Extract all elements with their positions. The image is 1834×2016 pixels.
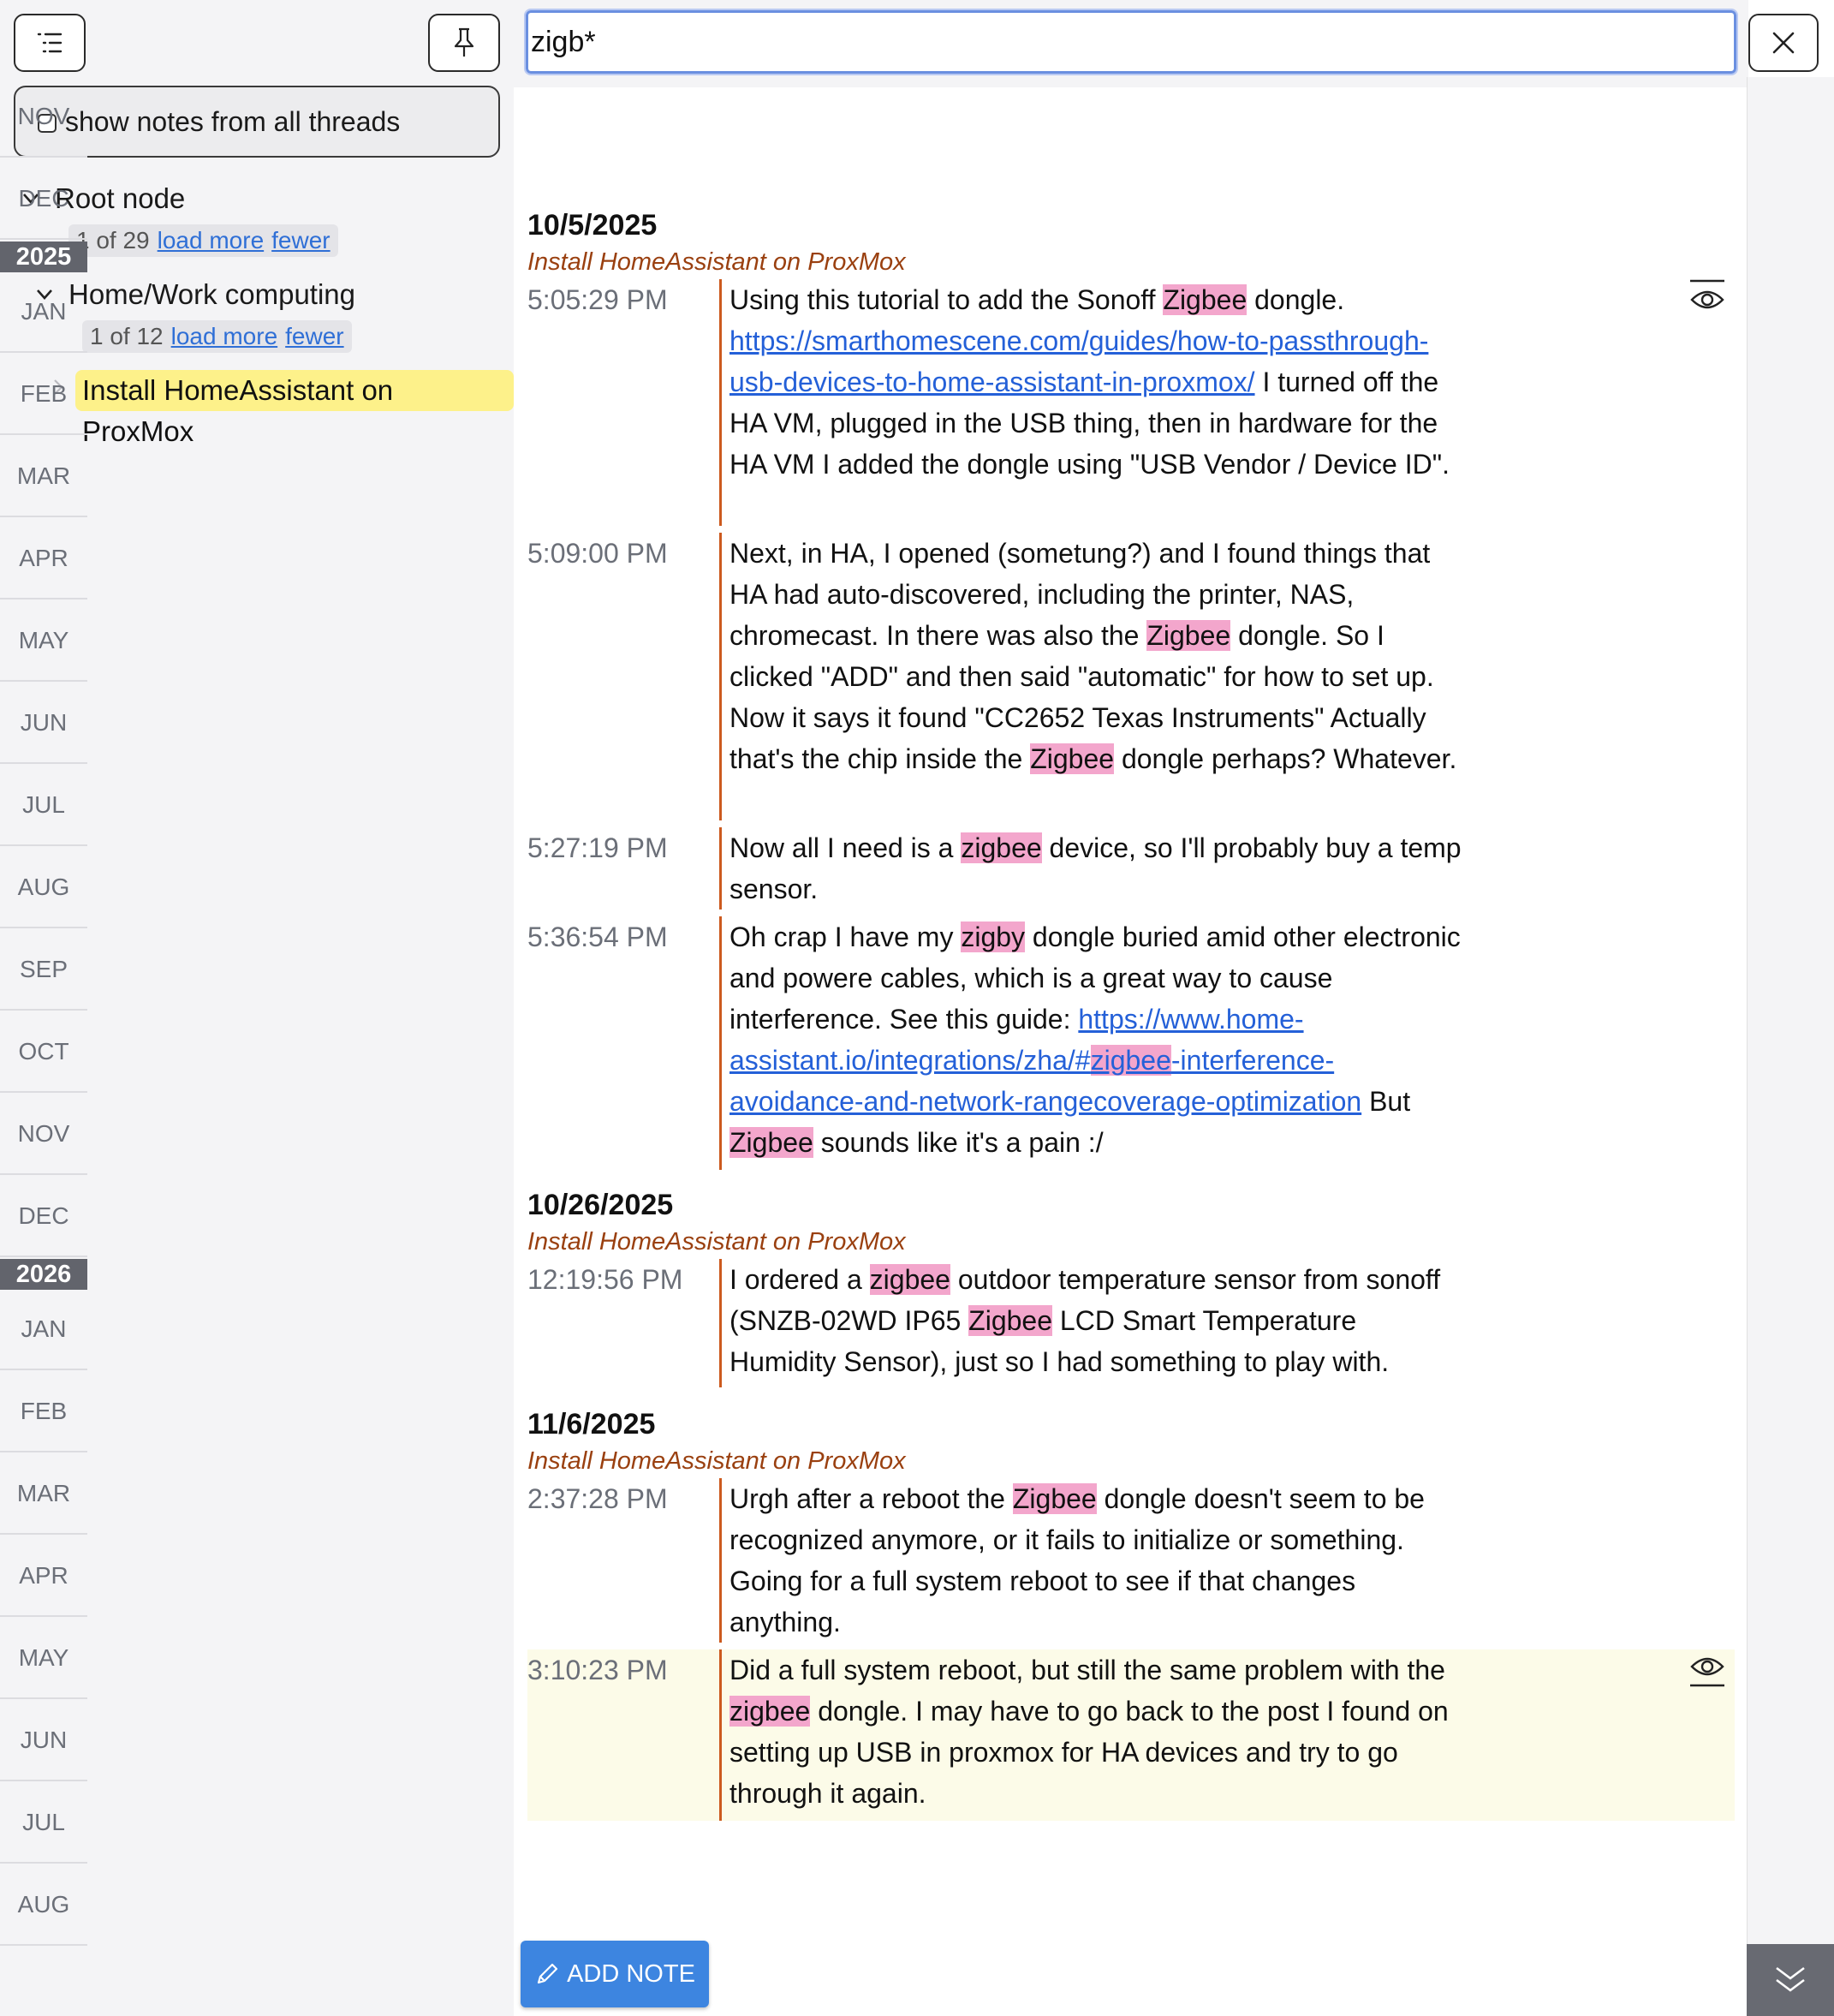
- thread-link[interactable]: Install HomeAssistant on ProxMox: [527, 1447, 906, 1476]
- note-thread-bar: [719, 916, 722, 1170]
- note-time: 5:27:19 PM: [527, 832, 668, 863]
- note-time: 12:19:56 PM: [527, 1264, 683, 1295]
- note-text: Next, in HA, I opened (sometung?) and I …: [729, 538, 1457, 774]
- note-thread-bar: [719, 827, 722, 910]
- timeline-month[interactable]: JUL: [0, 766, 87, 846]
- search-highlight: Zigbee: [1012, 1483, 1097, 1514]
- double-chevron-down-icon: [1776, 1966, 1805, 1992]
- note[interactable]: 5:36:54 PM Oh crap I have my zigby dongl…: [527, 916, 1735, 1170]
- timeline-month[interactable]: FEB: [0, 1372, 87, 1452]
- timeline-month[interactable]: AUG: [0, 1865, 87, 1946]
- timeline-month[interactable]: MAY: [0, 601, 87, 682]
- root-pager: 1 of 29 load more fewer: [68, 224, 338, 257]
- search-highlight: Zigbee: [968, 1305, 1053, 1336]
- pin-button[interactable]: [428, 14, 500, 72]
- tree-node-active-thread[interactable]: Install HomeAssistant on ProxMox: [75, 370, 514, 447]
- note-text: Oh crap I have my zigby dongle buried am…: [729, 922, 1461, 1158]
- pager-count: 1 of 12: [90, 323, 164, 349]
- note-thread-bar: [719, 279, 722, 526]
- thread-link[interactable]: Install HomeAssistant on ProxMox: [527, 1228, 906, 1256]
- search-highlight: Zigbee: [1163, 284, 1247, 315]
- timeline-month[interactable]: AUG: [0, 848, 87, 928]
- note-thread-bar: [719, 1478, 722, 1643]
- search-highlight: Zigbee: [1146, 620, 1231, 651]
- list-outline-icon: [37, 33, 63, 53]
- timeline-month[interactable]: NOV: [0, 1094, 87, 1175]
- timeline-month[interactable]: MAR: [0, 437, 87, 517]
- note-text: Did a full system reboot, but still the …: [729, 1655, 1449, 1809]
- timeline-month[interactable]: JAN: [0, 272, 87, 353]
- note-time: 5:05:29 PM: [527, 284, 668, 315]
- timeline-month[interactable]: FEB: [0, 355, 87, 435]
- note[interactable]: 2:37:28 PM Urgh after a reboot the Zigbe…: [527, 1478, 1735, 1643]
- timeline-month[interactable]: DEC: [0, 1177, 87, 1257]
- date-heading: 10/5/2025: [527, 209, 658, 242]
- timeline-month[interactable]: NOV: [0, 77, 87, 158]
- note[interactable]: 5:27:19 PM Now all I need is a zigbee de…: [527, 827, 1735, 910]
- search-highlight: zigby: [961, 922, 1026, 952]
- timeline-year[interactable]: 2026: [0, 1259, 87, 1290]
- search-highlight: zigbee: [961, 832, 1042, 863]
- note-time: 2:37:28 PM: [527, 1483, 668, 1514]
- eye-icon[interactable]: [1688, 1649, 1726, 1687]
- date-heading: 10/26/2025: [527, 1189, 674, 1221]
- timeline: [1747, 77, 1834, 2016]
- note-thread-bar: [719, 1649, 722, 1821]
- fewer-link[interactable]: fewer: [271, 227, 330, 254]
- date-heading: 11/6/2025: [527, 1408, 656, 1440]
- timeline-month[interactable]: JUN: [0, 683, 87, 764]
- timeline-month[interactable]: APR: [0, 519, 87, 599]
- note-time: 5:09:00 PM: [527, 538, 668, 569]
- note[interactable]: 12:19:56 PM I ordered a zigbee outdoor t…: [527, 1259, 1735, 1387]
- note-text: Urgh after a reboot the Zigbee dongle do…: [729, 1483, 1425, 1637]
- note-thread-bar: [719, 533, 722, 820]
- load-more-link[interactable]: load more: [158, 227, 265, 254]
- note-text: Using this tutorial to add the Sonoff Zi…: [729, 284, 1450, 480]
- pencil-icon: [537, 1963, 558, 1984]
- tree-node-label: Home/Work computing: [68, 278, 356, 310]
- timeline-month[interactable]: SEP: [0, 930, 87, 1011]
- load-more-link[interactable]: load more: [171, 323, 278, 350]
- note-time: 5:36:54 PM: [527, 922, 668, 952]
- note-text: Now all I need is a zigbee device, so I'…: [729, 832, 1462, 904]
- thread-link[interactable]: Install HomeAssistant on ProxMox: [527, 248, 906, 277]
- note-selected[interactable]: 3:10:23 PM Did a full system reboot, but…: [527, 1649, 1735, 1821]
- timeline-month[interactable]: MAR: [0, 1454, 87, 1535]
- note-text: I ordered a zigbee outdoor temperature s…: [729, 1264, 1441, 1377]
- search-highlight: Zigbee: [1030, 743, 1115, 774]
- add-note-button[interactable]: ADD NOTE: [521, 1941, 709, 2007]
- note[interactable]: 5:05:29 PM Using this tutorial to add th…: [527, 279, 1735, 526]
- clear-search-button[interactable]: [1748, 14, 1819, 72]
- show-all-threads-label: show notes from all threads: [65, 105, 401, 137]
- timeline-month[interactable]: DEC: [0, 159, 87, 240]
- add-note-label: ADD NOTE: [567, 1959, 695, 1988]
- search-highlight: zigbee: [869, 1264, 950, 1295]
- timeline-month[interactable]: JUL: [0, 1783, 87, 1864]
- fewer-link[interactable]: fewer: [285, 323, 343, 350]
- timeline-month[interactable]: JUN: [0, 1701, 87, 1781]
- search-highlight: Zigbee: [729, 1127, 813, 1158]
- search-highlight: zigbee: [729, 1696, 811, 1727]
- timeline-month[interactable]: OCT: [0, 1012, 87, 1093]
- timeline-year[interactable]: 2025: [0, 242, 87, 272]
- close-icon: [1772, 32, 1795, 54]
- eye-icon[interactable]: [1688, 279, 1726, 317]
- scroll-to-bottom-button[interactable]: [1747, 1944, 1834, 2016]
- timeline-month[interactable]: APR: [0, 1536, 87, 1617]
- note-thread-bar: [719, 1259, 722, 1387]
- search-input[interactable]: [524, 9, 1738, 75]
- timeline-month[interactable]: JAN: [0, 1290, 87, 1370]
- timeline-month[interactable]: MAY: [0, 1619, 87, 1699]
- note[interactable]: 5:09:00 PM Next, in HA, I opened (sometu…: [527, 533, 1735, 820]
- child-pager: 1 of 12 load more fewer: [82, 320, 352, 353]
- pin-icon: [454, 27, 474, 57]
- outline-toggle-button[interactable]: [14, 14, 86, 72]
- note-time: 3:10:23 PM: [527, 1655, 668, 1685]
